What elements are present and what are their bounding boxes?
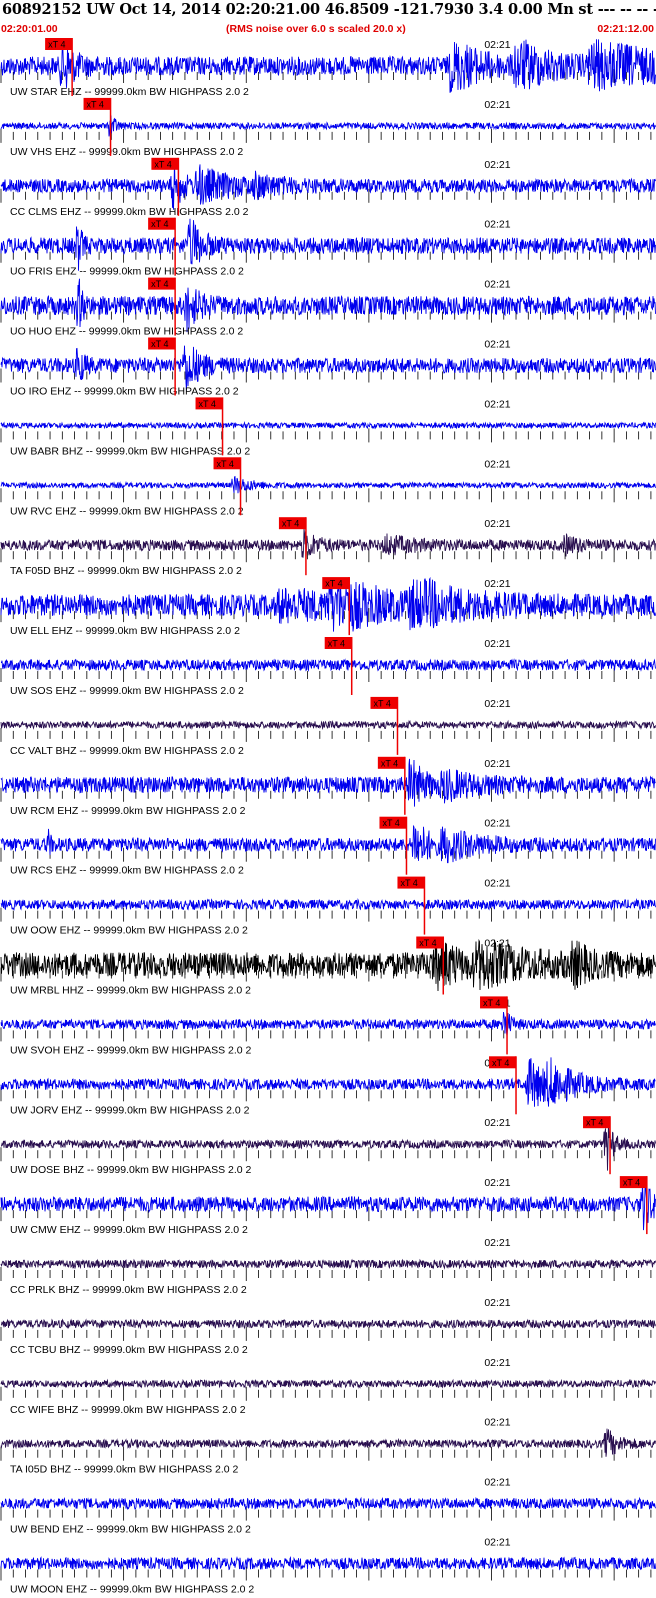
station-label: UW DOSE BHZ -- 99999.0km BW HIGHPASS 2.0… <box>10 1164 252 1176</box>
waveform-trace <box>0 420 656 430</box>
end-time-label: 02:21:12.00 <box>597 23 654 35</box>
minute-label: 02:21 <box>484 1117 510 1129</box>
waveform-trace <box>0 1181 656 1231</box>
waveform-trace <box>0 475 656 494</box>
seismogram-plot: 02:21 UW STAR EHZ -- 99999.0km BW HIGHPAS… <box>0 38 656 1596</box>
station-label: UW MOON EHZ -- 99999.0km BW HIGHPASS 2.0… <box>10 1584 254 1596</box>
minute-label: 02:21 <box>484 698 510 710</box>
waveform-trace <box>0 937 656 992</box>
pick-label: xT 4 <box>199 399 216 409</box>
minute-label: 02:21 <box>484 1477 510 1489</box>
station-label: UW SOS EHZ -- 99999.0km BW HIGHPASS 2.0 … <box>10 685 244 697</box>
minute-label: 02:21 <box>484 1357 510 1369</box>
station-label: UW JORV EHZ -- 99999.0km BW HIGHPASS 2.0… <box>10 1104 250 1116</box>
pick-label: xT 4 <box>217 459 234 469</box>
event-title: 60892152 UW Oct 14, 2014 02:20:21.00 46.… <box>2 1 656 18</box>
start-time-label: 02:20:01.00 <box>1 23 58 35</box>
station-label: UW CMW EHZ -- 99999.0km BW HIGHPASS 2.0 … <box>10 1224 248 1236</box>
plot-header: 60892152 UW Oct 14, 2014 02:20:21.00 46.… <box>0 0 656 38</box>
waveform-trace <box>0 218 656 271</box>
station-label: CC WIFE BHZ -- 99999.0km BW HIGHPASS 2.0… <box>10 1404 246 1416</box>
station-label: UW SVOH EHZ -- 99999.0km BW HIGHPASS 2.0… <box>10 1044 252 1056</box>
pick-label: xT 4 <box>483 998 500 1008</box>
pick-label: xT 4 <box>325 579 342 589</box>
waveform-trace <box>0 345 656 391</box>
station-label: UW RCM EHZ -- 99999.0km BW HIGHPASS 2.0 … <box>10 805 246 817</box>
minute-label: 02:21 <box>484 99 510 111</box>
minute-label: 02:21 <box>484 219 510 231</box>
waveform-trace <box>0 1556 656 1571</box>
minute-label: 02:21 <box>484 1237 510 1249</box>
station-label: CC PRLK BHZ -- 99999.0km BW HIGHPASS 2.0… <box>10 1284 247 1296</box>
station-label: UW STAR EHZ -- 99999.0km BW HIGHPASS 2.0… <box>10 86 249 98</box>
minute-label: 02:21 <box>484 638 510 650</box>
station-label: UW BABR BHZ -- 99999.0km BW HIGHPASS 2.0… <box>10 445 250 457</box>
station-label: CC CLMS EHZ -- 99999.0km BW HIGHPASS 2.0… <box>10 206 249 218</box>
station-label: UW VHS EHZ -- 99999.0km BW HIGHPASS 2.0 … <box>10 146 243 158</box>
minute-label: 02:21 <box>484 578 510 590</box>
pick-label: xT 4 <box>400 878 417 888</box>
station-label: UW ELL EHZ -- 99999.0km BW HIGHPASS 2.0 … <box>10 625 240 637</box>
pick-label: xT 4 <box>87 99 104 109</box>
waveform-trace <box>0 1318 656 1330</box>
waveform-trace <box>0 719 656 731</box>
pick-label: xT 4 <box>373 698 390 708</box>
waveform-trace <box>0 758 656 807</box>
station-label: TA I05D BHZ -- 99999.0km BW HIGHPASS 2.0… <box>10 1464 239 1476</box>
pick-label: xT 4 <box>151 339 168 349</box>
waveform-trace <box>0 159 656 210</box>
minute-label: 02:21 <box>484 1177 510 1189</box>
pick-label: xT 4 <box>419 938 436 948</box>
waveform-trace <box>0 1258 656 1270</box>
pick-label: xT 4 <box>48 40 65 50</box>
pick-label: xT 4 <box>586 1118 603 1128</box>
minute-label: 02:21 <box>484 1537 510 1549</box>
station-label: UO IRO EHZ -- 99999.0km BW HIGHPASS 2.0 … <box>10 386 239 398</box>
pick-label: xT 4 <box>282 519 299 529</box>
minute-label: 02:21 <box>484 279 510 291</box>
waveform-trace <box>0 39 656 93</box>
waveform-trace <box>0 1496 656 1511</box>
station-label: UW OOW EHZ -- 99999.0km BW HIGHPASS 2.0 … <box>10 925 248 937</box>
minute-label: 02:21 <box>484 159 510 171</box>
pick-label: xT 4 <box>623 1178 640 1188</box>
station-label: TA F05D BHZ -- 99999.0km BW HIGHPASS 2.0… <box>10 565 242 577</box>
waveform-trace <box>0 898 656 911</box>
station-label: UW BEND EHZ -- 99999.0km BW HIGHPASS 2.0… <box>10 1524 251 1536</box>
station-label: UO FRIS EHZ -- 99999.0km BW HIGHPASS 2.0… <box>10 266 244 278</box>
rms-scale-note: (RMS noise over 6.0 s scaled 20.0 x) <box>226 23 406 35</box>
pick-label: xT 4 <box>151 219 168 229</box>
waveform-trace <box>0 1057 656 1107</box>
pick-label: xT 4 <box>382 818 399 828</box>
pick-label: xT 4 <box>151 279 168 289</box>
waveform-trace <box>0 1378 656 1389</box>
station-label: UO HUO EHZ -- 99999.0km BW HIGHPASS 2.0 … <box>10 326 243 338</box>
pick-label: xT 4 <box>154 159 171 169</box>
minute-label: 02:21 <box>484 458 510 470</box>
pick-label: xT 4 <box>492 1058 509 1068</box>
waveform-trace <box>0 278 656 333</box>
minute-label: 02:21 <box>484 39 510 51</box>
minute-label: 02:21 <box>484 758 510 770</box>
station-label: UW RCS EHZ -- 99999.0km BW HIGHPASS 2.0 … <box>10 865 244 877</box>
station-label: CC VALT BHZ -- 99999.0km BW HIGHPASS 2.0… <box>10 745 244 757</box>
pick-label: xT 4 <box>381 758 398 768</box>
minute-label: 02:21 <box>484 398 510 410</box>
minute-label: 02:21 <box>484 518 510 530</box>
minute-label: 02:21 <box>484 818 510 830</box>
waveform-trace <box>1 658 656 673</box>
minute-label: 02:21 <box>484 1297 510 1309</box>
minute-label: 02:21 <box>484 938 510 950</box>
pick-label: xT 4 <box>328 639 345 649</box>
minute-label: 02:21 <box>484 1417 510 1429</box>
station-label: UW RVC EHZ -- 99999.0km BW HIGHPASS 2.0 … <box>10 505 244 517</box>
station-label: CC TCBU BHZ -- 99999.0km BW HIGHPASS 2.0… <box>10 1344 248 1356</box>
minute-label: 02:21 <box>484 878 510 890</box>
minute-label: 02:21 <box>484 339 510 351</box>
station-label: UW MRBL HHZ -- 99999.0km BW HIGHPASS 2.0… <box>10 985 251 997</box>
